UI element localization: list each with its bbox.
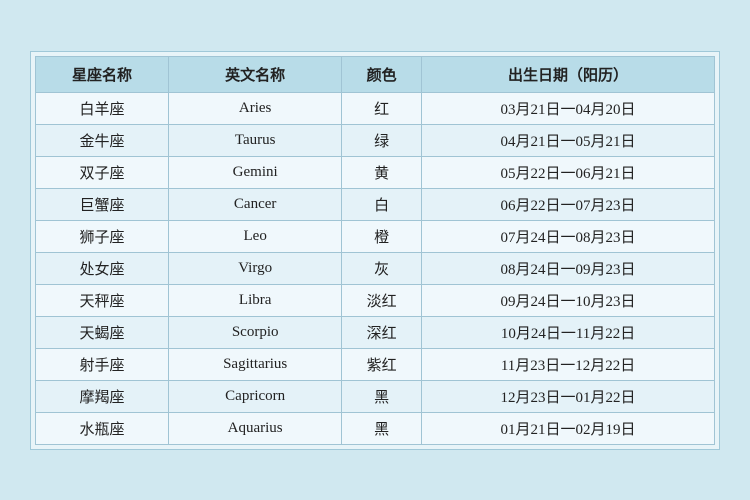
cell-color: 深红 (342, 316, 422, 348)
table-row: 白羊座Aries红03月21日一04月20日 (36, 92, 715, 124)
table-row: 水瓶座Aquarius黑01月21日一02月19日 (36, 412, 715, 444)
header-color: 颜色 (342, 56, 422, 92)
cell-color: 黑 (342, 412, 422, 444)
cell-color: 灰 (342, 252, 422, 284)
cell-date: 12月23日一01月22日 (422, 380, 715, 412)
cell-english-name: Leo (169, 220, 342, 252)
table-row: 摩羯座Capricorn黑12月23日一01月22日 (36, 380, 715, 412)
table-row: 双子座Gemini黄05月22日一06月21日 (36, 156, 715, 188)
cell-date: 06月22日一07月23日 (422, 188, 715, 220)
cell-date: 08月24日一09月23日 (422, 252, 715, 284)
cell-color: 黑 (342, 380, 422, 412)
cell-color: 橙 (342, 220, 422, 252)
cell-chinese-name: 处女座 (36, 252, 169, 284)
cell-english-name: Sagittarius (169, 348, 342, 380)
cell-color: 黄 (342, 156, 422, 188)
cell-date: 01月21日一02月19日 (422, 412, 715, 444)
header-english-name: 英文名称 (169, 56, 342, 92)
cell-date: 11月23日一12月22日 (422, 348, 715, 380)
cell-date: 05月22日一06月21日 (422, 156, 715, 188)
cell-chinese-name: 水瓶座 (36, 412, 169, 444)
cell-english-name: Scorpio (169, 316, 342, 348)
table-row: 巨蟹座Cancer白06月22日一07月23日 (36, 188, 715, 220)
cell-english-name: Libra (169, 284, 342, 316)
table-row: 狮子座Leo橙07月24日一08月23日 (36, 220, 715, 252)
cell-date: 07月24日一08月23日 (422, 220, 715, 252)
cell-chinese-name: 巨蟹座 (36, 188, 169, 220)
cell-color: 淡红 (342, 284, 422, 316)
cell-date: 04月21日一05月21日 (422, 124, 715, 156)
cell-chinese-name: 摩羯座 (36, 380, 169, 412)
header-date: 出生日期（阳历） (422, 56, 715, 92)
cell-english-name: Aries (169, 92, 342, 124)
table-row: 处女座Virgo灰08月24日一09月23日 (36, 252, 715, 284)
cell-chinese-name: 天秤座 (36, 284, 169, 316)
header-chinese-name: 星座名称 (36, 56, 169, 92)
cell-chinese-name: 白羊座 (36, 92, 169, 124)
table-row: 天秤座Libra淡红09月24日一10月23日 (36, 284, 715, 316)
cell-date: 09月24日一10月23日 (422, 284, 715, 316)
cell-chinese-name: 天蝎座 (36, 316, 169, 348)
cell-color: 紫红 (342, 348, 422, 380)
cell-chinese-name: 射手座 (36, 348, 169, 380)
cell-color: 红 (342, 92, 422, 124)
cell-english-name: Virgo (169, 252, 342, 284)
cell-date: 10月24日一11月22日 (422, 316, 715, 348)
cell-chinese-name: 狮子座 (36, 220, 169, 252)
cell-english-name: Taurus (169, 124, 342, 156)
cell-color: 白 (342, 188, 422, 220)
cell-english-name: Cancer (169, 188, 342, 220)
cell-english-name: Capricorn (169, 380, 342, 412)
table-row: 金牛座Taurus绿04月21日一05月21日 (36, 124, 715, 156)
table-row: 射手座Sagittarius紫红11月23日一12月22日 (36, 348, 715, 380)
table-header-row: 星座名称 英文名称 颜色 出生日期（阳历） (36, 56, 715, 92)
cell-date: 03月21日一04月20日 (422, 92, 715, 124)
zodiac-table-container: 星座名称 英文名称 颜色 出生日期（阳历） 白羊座Aries红03月21日一04… (30, 51, 720, 450)
cell-english-name: Gemini (169, 156, 342, 188)
cell-chinese-name: 双子座 (36, 156, 169, 188)
cell-color: 绿 (342, 124, 422, 156)
cell-english-name: Aquarius (169, 412, 342, 444)
zodiac-table: 星座名称 英文名称 颜色 出生日期（阳历） 白羊座Aries红03月21日一04… (35, 56, 715, 445)
table-row: 天蝎座Scorpio深红10月24日一11月22日 (36, 316, 715, 348)
cell-chinese-name: 金牛座 (36, 124, 169, 156)
